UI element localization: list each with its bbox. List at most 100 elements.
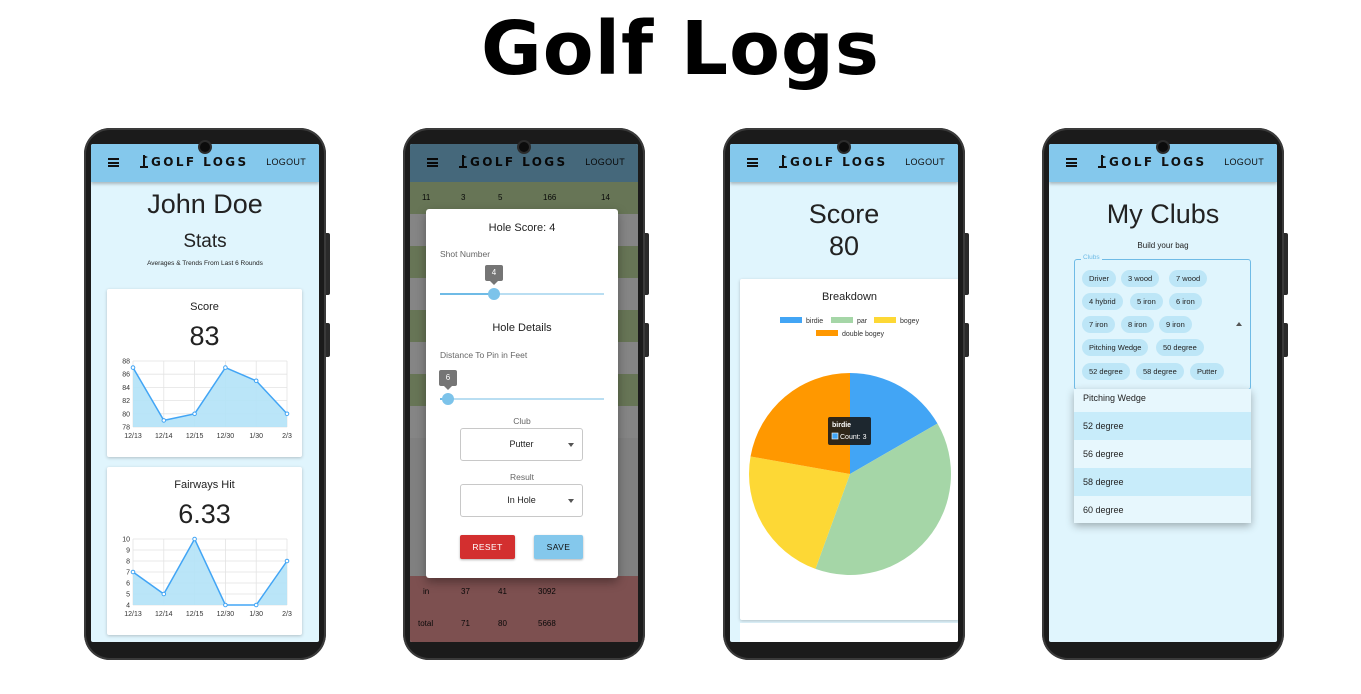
club-chip[interactable]: 50 degree	[1156, 339, 1204, 356]
data-point[interactable]	[284, 558, 290, 564]
fairways-card-value: 6.33	[178, 499, 231, 529]
x-tick-label: 12/30	[217, 433, 235, 440]
club-chip[interactable]: 58 degree	[1136, 363, 1184, 380]
camera-icon	[1158, 142, 1168, 152]
tooltip-body: Count: 3	[840, 434, 867, 441]
club-chip[interactable]: 52 degree	[1082, 363, 1130, 380]
tooltip-title: birdie	[832, 422, 851, 429]
x-tick-label: 12/15	[186, 433, 204, 440]
club-chip[interactable]: 5 iron	[1130, 293, 1163, 310]
clubs-multiselect[interactable]: Clubs Driver 3 wood 7 wood 4 hybrid 5 ir…	[1074, 254, 1251, 390]
score-title: Score	[808, 199, 880, 229]
club-chip[interactable]: 3 wood	[1121, 270, 1160, 287]
distance-value-label: 6	[439, 370, 457, 390]
y-tick-label: 7	[126, 570, 130, 577]
club-chip[interactable]: Putter	[1190, 363, 1225, 380]
phone-hole: GOLF LOGS LOGOUT 11 3 5 166 14 in 37 41 …	[403, 128, 649, 660]
fairways-card: Fairways Hit 6.33 10 9 8 7 6 5 4 12/13 12/14 12/1…	[107, 467, 302, 635]
shot-slider-thumb[interactable]	[488, 288, 500, 300]
score-value: 80	[828, 231, 860, 261]
clubs-subtitle: Build your bag	[1137, 241, 1189, 250]
clubs-screen: GOLF LOGS LOGOUT My Clubs Build your bag…	[1049, 144, 1277, 642]
menu-item[interactable]: 52 degree	[1074, 412, 1251, 440]
club-chip[interactable]: 8 iron	[1121, 316, 1154, 333]
menu-item[interactable]: 60 degree	[1074, 496, 1251, 523]
club-chip[interactable]: 7 wood	[1169, 270, 1208, 287]
clubs-title: My Clubs	[1106, 199, 1220, 229]
save-button[interactable]: SAVE	[534, 535, 583, 559]
stats-heading: Stats	[183, 231, 227, 252]
breakdown-title: Breakdown	[821, 291, 878, 303]
fairways-card-title: Fairways Hit	[174, 479, 235, 491]
chevron-up-icon[interactable]	[1236, 322, 1242, 326]
y-tick-label: 84	[122, 385, 130, 392]
camera-icon	[839, 142, 849, 152]
club-select[interactable]: Putter	[460, 428, 583, 461]
menu-item[interactable]: 58 degree	[1074, 468, 1251, 496]
x-tick-label: 12/13	[124, 611, 142, 618]
area-fill	[133, 367, 287, 427]
x-tick-label: 2/3	[282, 611, 292, 618]
club-chip[interactable]: Pitching Wedge	[1082, 339, 1149, 356]
logout-button[interactable]: LOGOUT	[266, 157, 306, 167]
menu-icon[interactable]	[108, 158, 119, 167]
data-point[interactable]	[253, 602, 259, 608]
data-point[interactable]	[223, 365, 228, 370]
stats-screen: GOLF LOGS LOGOUT John Doe Stats Averages…	[91, 144, 319, 642]
result-label: Result	[509, 472, 535, 482]
data-point[interactable]	[192, 536, 197, 542]
data-point[interactable]	[284, 411, 290, 417]
data-point[interactable]	[130, 569, 136, 575]
y-tick-label: 86	[122, 372, 130, 379]
logout-button[interactable]: LOGOUT	[1224, 157, 1264, 167]
app-brand[interactable]: GOLF LOGS	[1109, 155, 1207, 169]
data-point[interactable]	[192, 411, 197, 417]
club-chip[interactable]: 9 iron	[1159, 316, 1192, 333]
y-tick-label: 9	[126, 548, 130, 555]
y-tick-label: 8	[126, 559, 130, 566]
golf-flag-icon	[1098, 155, 1106, 168]
club-label: Club	[513, 416, 531, 426]
result-select[interactable]: In Hole	[460, 484, 583, 517]
y-tick-label: 80	[122, 411, 130, 418]
x-tick-label: 1/30	[249, 611, 263, 618]
data-point[interactable]	[223, 602, 228, 608]
legend-swatch	[816, 330, 838, 336]
legend-label[interactable]: bogey	[900, 318, 920, 325]
golf-flag-icon	[140, 155, 148, 168]
x-tick-label: 12/13	[124, 433, 142, 440]
hole-score-dialog: Hole Score: 4 Shot Number 4 Hole Details…	[426, 209, 618, 578]
score-card-title: Score	[190, 301, 219, 313]
data-point[interactable]	[253, 378, 259, 384]
score-trend-chart: 88 86 84 82 80 7812/13 12/14 12/15 12/30 1/30 2/3	[122, 359, 292, 441]
menu-item[interactable]: 56 degree	[1074, 440, 1251, 468]
club-chip[interactable]: Driver	[1082, 270, 1116, 287]
club-chip[interactable]: 6 iron	[1169, 293, 1202, 310]
app-brand[interactable]: GOLF LOGS	[151, 155, 249, 169]
data-point[interactable]	[161, 418, 167, 423]
chart-tooltip: birdie Count: 3	[828, 417, 871, 445]
legend-label[interactable]: double bogey	[842, 331, 885, 338]
y-tick-label: 10	[122, 537, 130, 544]
legend-swatch	[831, 317, 853, 323]
legend-label[interactable]: par	[857, 318, 868, 325]
club-chip[interactable]: 4 hybrid	[1082, 293, 1123, 310]
dialog-title: Hole Score: 4	[488, 222, 556, 234]
y-tick-label: 6	[126, 581, 130, 588]
logout-button[interactable]: LOGOUT	[905, 157, 945, 167]
legend-label[interactable]: birdie	[806, 318, 823, 325]
reset-button[interactable]: RESET	[460, 535, 515, 559]
x-tick-label: 12/14	[155, 611, 173, 618]
menu-item[interactable]: Pitching Wedge	[1074, 389, 1251, 412]
data-point[interactable]	[161, 591, 167, 597]
y-tick-label: 82	[122, 398, 130, 405]
x-tick-label: 1/30	[249, 433, 263, 440]
menu-icon[interactable]	[1066, 158, 1077, 167]
menu-icon[interactable]	[747, 158, 758, 167]
club-chip[interactable]: 7 iron	[1082, 316, 1115, 333]
app-brand[interactable]: GOLF LOGS	[790, 155, 888, 169]
distance-slider-track[interactable]	[440, 398, 604, 400]
distance-slider-thumb[interactable]	[442, 393, 454, 405]
data-point[interactable]	[130, 365, 136, 370]
clubs-dropdown-menu: Pitching Wedge 52 degree 56 degree 58 de…	[1074, 389, 1251, 523]
